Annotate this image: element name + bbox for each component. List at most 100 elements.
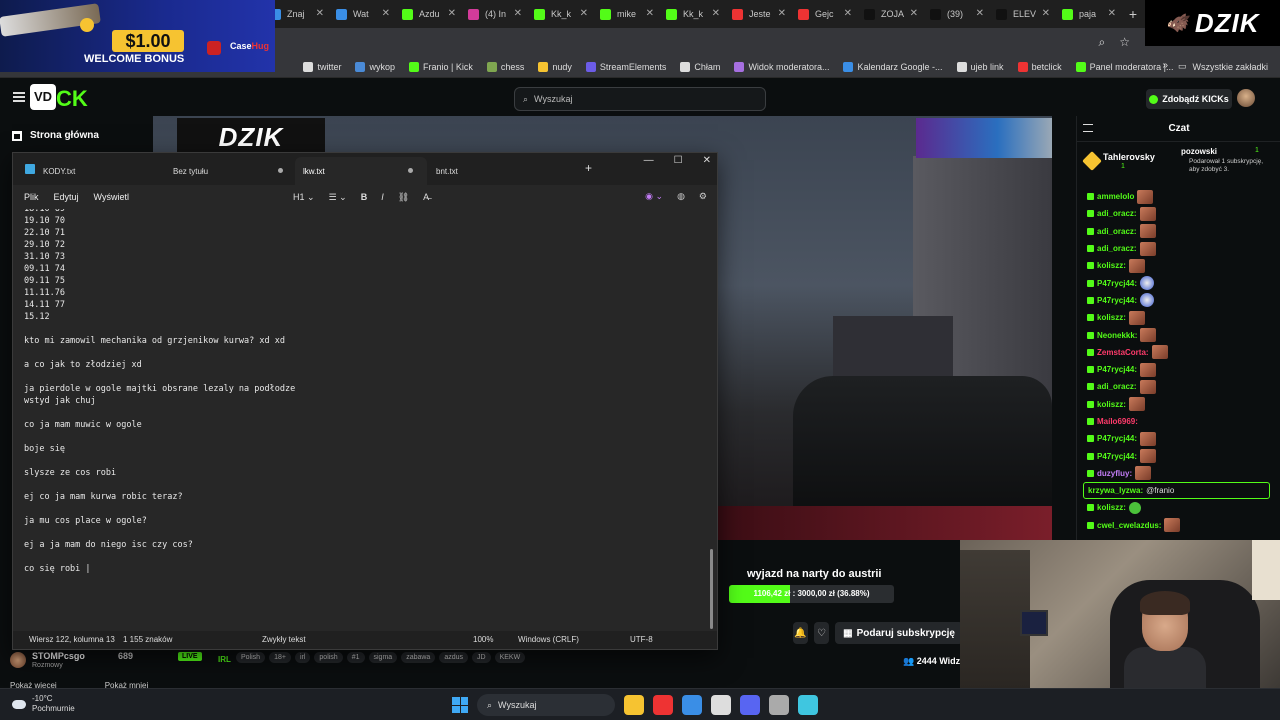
bookmark-item[interactable]: chess	[486, 61, 524, 72]
browser-tab[interactable]: (4) In ✕	[462, 0, 528, 28]
link-icon[interactable]: ⛓	[398, 192, 409, 203]
tab-close-icon[interactable]: ✕	[382, 8, 390, 19]
chat-username[interactable]: P47rycj44:	[1097, 279, 1137, 288]
sidebar-item-home[interactable]: Strona główna	[12, 130, 99, 141]
browser-tab[interactable]: Wat ✕	[330, 0, 396, 28]
browser-tab[interactable]: Kk_k ✕	[528, 0, 594, 28]
encoding[interactable]: UTF-8	[630, 635, 653, 644]
editor-text[interactable]: 18.10 69 19.10 70 22.10 71 29.10 72 31.10 73…	[24, 209, 694, 575]
tab-close-icon[interactable]: ✕	[1108, 8, 1116, 19]
heading-dropdown[interactable]: H1 ⌄	[293, 192, 315, 203]
notepad-tab[interactable]: Bez tytułu	[165, 157, 297, 185]
collapse-chat-icon[interactable]	[1083, 124, 1093, 132]
chat-username[interactable]: ZemstaCorta:	[1097, 348, 1149, 357]
bookmark-item[interactable]: Widok moderatora...	[734, 61, 829, 72]
channel-avatar[interactable]	[10, 652, 26, 668]
casehug-ad-banner[interactable]: $1.00 WELCOME BONUS CaseHug	[0, 0, 275, 72]
notepad-titlebar[interactable]: KODY.txt Bez tytułu lkw.txt bnt.txt + — ☐ ✕	[13, 153, 717, 185]
browser-tab[interactable]: ZOJA ✕	[858, 0, 924, 28]
bookmark-item[interactable]: ujeb link	[956, 61, 1004, 72]
taskbar-app-icon[interactable]	[740, 695, 760, 715]
browser-tab[interactable]: Jeste ✕	[726, 0, 792, 28]
bookmark-item[interactable]: Franio | Kick	[408, 61, 473, 72]
bold-icon[interactable]: B	[361, 192, 368, 202]
notepad-tab[interactable]: KODY.txt	[35, 157, 167, 185]
taskbar-app-icon[interactable]	[798, 695, 818, 715]
bookmark-item[interactable]: twitter	[303, 61, 341, 72]
bookmark-item[interactable]: StreamElements	[585, 61, 666, 72]
stream-category[interactable]: IRL	[218, 655, 231, 664]
new-tab-icon[interactable]: +	[585, 161, 592, 175]
chat-username[interactable]: adi_oracz:	[1097, 382, 1137, 391]
chat-username[interactable]: koliszz:	[1097, 313, 1126, 322]
browser-tab[interactable]: ELEV ✕	[990, 0, 1056, 28]
bookmarks-overflow-icon[interactable]: »	[1162, 60, 1168, 71]
follow-heart-icon[interactable]: ♡	[814, 622, 830, 644]
menu-icon[interactable]	[13, 92, 25, 102]
settings-gear-icon[interactable]: ⚙	[699, 191, 707, 202]
notepad-tab[interactable]: bnt.txt	[428, 157, 560, 185]
stream-tag[interactable]: JD	[472, 652, 491, 663]
stream-tag[interactable]: sigma	[368, 652, 398, 663]
tab-close-icon[interactable]: ✕	[1042, 8, 1050, 19]
gifter-name[interactable]: pozowski	[1181, 147, 1217, 156]
maximize-icon[interactable]: ☐	[674, 155, 683, 166]
browser-tab[interactable]: Kk_k ✕	[660, 0, 726, 28]
list-icon[interactable]: ☰ ⌄	[329, 192, 347, 203]
menu-edit[interactable]: Edytuj	[54, 192, 79, 202]
new-tab-icon[interactable]: +	[1122, 6, 1144, 22]
chat-username[interactable]: krzywa_lyzwa:	[1088, 486, 1143, 495]
browser-tab[interactable]: Azdu ✕	[396, 0, 462, 28]
chat-username[interactable]: adi_oracz:	[1097, 227, 1137, 236]
bookmark-item[interactable]: betclick	[1017, 61, 1062, 72]
zoom-level[interactable]: 100%	[473, 635, 493, 644]
chat-username[interactable]: P47rycj44:	[1097, 452, 1137, 461]
channel-name[interactable]: STOMPcsgo	[32, 651, 85, 661]
tab-close-icon[interactable]: ✕	[778, 8, 786, 19]
format-label[interactable]: Zwykły tekst	[262, 635, 306, 644]
chat-username[interactable]: Maílo6969:	[1097, 417, 1138, 426]
zoom-icon[interactable]: ⌕	[1099, 35, 1106, 50]
bookmark-item[interactable]: Kalendarz Google -...	[843, 61, 943, 72]
bookmark-item[interactable]: nudy	[538, 61, 572, 72]
chat-username[interactable]: adi_oracz:	[1097, 244, 1137, 253]
scrollbar[interactable]	[710, 549, 713, 629]
close-icon[interactable]: ✕	[703, 155, 711, 166]
tab-close-icon[interactable]: ✕	[976, 8, 984, 19]
chat-username[interactable]: Neonekkk:	[1097, 331, 1137, 340]
tab-close-icon[interactable]: ✕	[844, 8, 852, 19]
clear-format-icon[interactable]: A̶	[423, 192, 429, 202]
chat-username[interactable]: P47rycj44:	[1097, 296, 1137, 305]
chat-username[interactable]: P47rycj44:	[1097, 365, 1137, 374]
chat-username[interactable]: adi_oracz:	[1097, 209, 1137, 218]
taskbar-app-icon[interactable]	[682, 695, 702, 715]
stream-tag[interactable]: #1	[346, 652, 365, 663]
gift-subscription-button[interactable]: ▦ Podaruj subskrypcję	[835, 622, 963, 644]
weather-widget[interactable]: -10°C Pochmurnie	[12, 694, 75, 714]
bookmark-item[interactable]: Panel moderatora |...	[1075, 61, 1173, 72]
chat-username[interactable]: P47rycj44:	[1097, 434, 1137, 443]
stream-tag[interactable]: KEKW	[494, 652, 526, 663]
tab-close-icon[interactable]: ✕	[646, 8, 654, 19]
tab-close-icon[interactable]: ✕	[316, 8, 324, 19]
browser-tab[interactable]: mike ✕	[594, 0, 660, 28]
browser-tab[interactable]: (39) ✕	[924, 0, 990, 28]
kick-logo[interactable]: VD CK	[30, 84, 96, 111]
search-input[interactable]: ⌕ Wyszukaj	[514, 87, 766, 111]
user-avatar[interactable]	[1237, 89, 1255, 107]
browser-tab[interactable]: paja ✕	[1056, 0, 1122, 28]
browser-tab[interactable]: Gejc ✕	[792, 0, 858, 28]
bookmark-star-icon[interactable]: ☆	[1119, 35, 1130, 50]
minimize-icon[interactable]: —	[644, 155, 654, 166]
stream-tag[interactable]: Polish	[236, 652, 266, 663]
stream-tag[interactable]: irl	[294, 652, 311, 663]
chat-username[interactable]: cwel_cwelazdus:	[1097, 521, 1161, 530]
tab-close-icon[interactable]: ✕	[580, 8, 588, 19]
tab-close-icon[interactable]: ✕	[514, 8, 522, 19]
get-kicks-button[interactable]: Zdobądź KICKs	[1146, 89, 1232, 109]
chat-username[interactable]: koliszz:	[1097, 503, 1126, 512]
taskbar-app-icon[interactable]	[711, 695, 731, 715]
taskbar-search[interactable]: ⌕ Wyszukaj	[477, 694, 615, 716]
notification-bell-icon[interactable]: 🔔	[793, 622, 809, 644]
taskbar-app-icon[interactable]	[624, 695, 644, 715]
